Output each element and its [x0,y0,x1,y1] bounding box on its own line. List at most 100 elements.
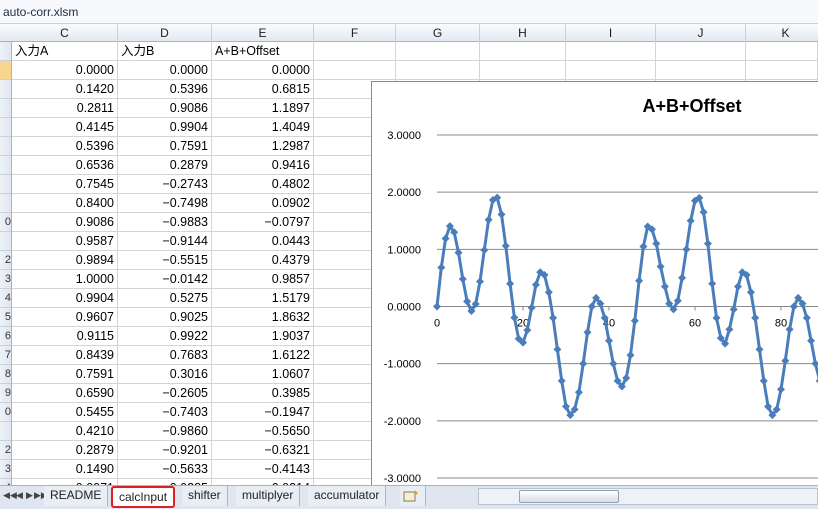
tab-shifter[interactable]: shifter [182,486,228,506]
row-header[interactable]: 0 [0,213,11,232]
table-cell[interactable]: 0.9115 [12,327,114,346]
column-header-d[interactable]: D [118,24,212,42]
table-cell[interactable]: 0.9416 [212,156,310,175]
horizontal-scrollbar[interactable] [478,488,818,505]
table-cell[interactable]: 0.5396 [12,137,114,156]
table-cell[interactable]: −0.7498 [118,194,208,213]
table-cell[interactable]: 0.0000 [12,61,114,80]
table-cell[interactable]: 0.4145 [12,118,114,137]
table-cell[interactable]: 0.6590 [12,384,114,403]
table-cell[interactable]: 0.4210 [12,422,114,441]
row-header[interactable]: 2 [0,251,11,270]
table-cell[interactable]: −0.1947 [212,403,310,422]
column-header-h[interactable]: H [480,24,566,42]
table-cell[interactable]: 0.9025 [118,308,208,327]
column-title-cell[interactable]: 入力B [118,42,212,61]
tab-readme[interactable]: README [44,486,109,506]
table-cell[interactable]: 0.2879 [12,441,114,460]
table-cell[interactable]: −0.0142 [118,270,208,289]
row-header[interactable] [0,422,11,441]
row-header[interactable]: 8 [0,365,11,384]
table-cell[interactable]: 0.7545 [12,175,114,194]
table-cell[interactable]: 0.5396 [118,80,208,99]
table-cell[interactable]: 1.6122 [212,346,310,365]
row-header[interactable] [0,232,11,251]
table-cell[interactable]: 0.3016 [118,365,208,384]
tab-calcinput[interactable]: calcInput [111,486,176,508]
table-cell[interactable]: 0.8400 [12,194,114,213]
table-cell[interactable]: −0.9883 [118,213,208,232]
row-header[interactable]: 3 [0,270,11,289]
table-cell[interactable]: 1.4049 [212,118,310,137]
scrollbar-thumb[interactable] [519,490,619,503]
table-cell[interactable]: −0.9144 [118,232,208,251]
table-cell[interactable]: 0.1420 [12,80,114,99]
column-header-c[interactable]: C [12,24,118,42]
table-cell[interactable]: −0.7403 [118,403,208,422]
table-cell[interactable]: 0.0443 [212,232,310,251]
table-cell[interactable]: −0.0797 [212,213,310,232]
line-chart[interactable]: 3.0000 2.0000 1.0000 0.0000 -1.0000 -2.0000 -3… [371,81,818,491]
first-sheet-button[interactable]: ◀◀ [3,490,17,501]
row-header[interactable] [0,194,11,213]
table-cell[interactable]: 1.0000 [12,270,114,289]
row-header[interactable] [0,99,11,118]
table-cell[interactable]: 1.8632 [212,308,310,327]
column-header-k[interactable]: K [746,24,818,42]
tab-accumulator[interactable]: accumulator [308,486,387,506]
row-header[interactable] [0,156,11,175]
column-header-f[interactable]: F [314,24,396,42]
table-cell[interactable]: 0.7591 [12,365,114,384]
table-cell[interactable]: −0.6321 [212,441,310,460]
table-cell[interactable]: 0.7683 [118,346,208,365]
row-header[interactable]: 5 [0,308,11,327]
row-header[interactable]: 0 [0,403,11,422]
table-cell[interactable]: 0.2811 [12,99,114,118]
table-cell[interactable]: 0.5455 [12,403,114,422]
table-cell[interactable]: 0.4802 [212,175,310,194]
table-cell[interactable]: −0.2743 [118,175,208,194]
row-header[interactable]: 7 [0,346,11,365]
table-cell[interactable]: 0.9904 [118,118,208,137]
next-sheet-button[interactable]: ▶ [26,490,33,501]
table-cell[interactable]: 1.2987 [212,137,310,156]
row-header[interactable]: 3 [0,460,11,479]
table-cell[interactable]: 0.0000 [212,61,310,80]
table-cell[interactable]: 0.0902 [212,194,310,213]
column-title-cell[interactable]: 入力A [12,42,118,61]
table-cell[interactable]: 0.5275 [118,289,208,308]
table-cell[interactable]: 0.2879 [118,156,208,175]
table-cell[interactable]: −0.2605 [118,384,208,403]
table-cell[interactable]: 1.9037 [212,327,310,346]
table-cell[interactable]: −0.5633 [118,460,208,479]
table-cell[interactable]: 0.9607 [12,308,114,327]
table-cell[interactable]: 0.9587 [12,232,114,251]
table-cell[interactable]: 0.9894 [12,251,114,270]
row-header[interactable] [0,175,11,194]
row-header[interactable]: 6 [0,327,11,346]
tab-multiplyer[interactable]: multiplyer [236,486,301,506]
column-header-i[interactable]: I [566,24,656,42]
table-cell[interactable]: −0.9860 [118,422,208,441]
table-cell[interactable]: 1.0607 [212,365,310,384]
table-cell[interactable]: 0.8439 [12,346,114,365]
prev-sheet-button[interactable]: ◀ [16,490,23,501]
column-title-cell[interactable]: A+B+Offset [212,42,314,61]
table-cell[interactable]: 0.7591 [118,137,208,156]
table-cell[interactable]: −0.5515 [118,251,208,270]
row-header[interactable] [0,42,11,61]
table-cell[interactable]: 0.6536 [12,156,114,175]
table-cell[interactable]: 0.0000 [118,61,208,80]
column-header-g[interactable]: G [396,24,480,42]
table-cell[interactable]: 0.9086 [12,213,114,232]
row-header[interactable]: 2 [0,441,11,460]
table-cell[interactable]: −0.9201 [118,441,208,460]
row-header[interactable] [0,118,11,137]
column-header-e[interactable]: E [212,24,314,42]
table-cell[interactable]: 1.5179 [212,289,310,308]
table-cell[interactable]: 0.6815 [212,80,310,99]
table-cell[interactable]: 0.9922 [118,327,208,346]
table-cell[interactable]: 1.1897 [212,99,310,118]
new-sheet-button[interactable] [400,486,426,506]
table-cell[interactable]: −0.5650 [212,422,310,441]
